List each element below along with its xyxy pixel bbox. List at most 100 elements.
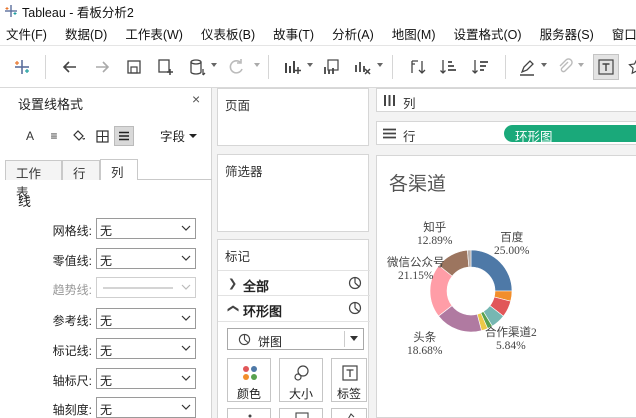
swap-rows-columns-button[interactable] [404,54,430,80]
menu-map[interactable]: 地图(M) [392,24,436,43]
chevron-down-icon [181,255,191,261]
trend-lines-select [96,277,196,298]
dropdown-arrow-icon[interactable] [578,62,584,68]
grid-lines-label: 网格线: [52,224,92,238]
tooltip-button[interactable] [279,408,323,418]
detail-button[interactable] [227,408,271,418]
tab-rows[interactable]: 行 [62,160,100,181]
redo-button[interactable] [89,54,115,80]
lines-icon [119,131,129,141]
field-dropdown[interactable]: 字段 [160,126,197,145]
menu-file[interactable]: 文件(F) [6,24,47,43]
axis-rulers-select[interactable]: 无 [96,368,196,389]
undo-button[interactable] [57,54,83,80]
label-button[interactable]: 标签 [331,358,367,402]
pages-shelf-title: 页面 [225,99,251,113]
refresh-button[interactable] [223,54,249,80]
mark-type-select[interactable]: 饼图 [227,328,364,350]
pin-axis-button[interactable] [624,54,636,80]
highlight-button[interactable] [514,54,540,80]
menu-format[interactable]: 设置格式(O) [454,24,522,43]
size-icon [294,365,309,381]
columns-shelf[interactable]: 列 [376,88,636,112]
refresh-icon [229,59,243,74]
rows-shelf[interactable]: 行 环形图 [376,121,636,145]
path-button[interactable] [331,408,367,418]
alignment-format-icon[interactable]: ≡ [44,126,64,146]
chevron-down-icon [181,345,191,351]
zero-lines-select[interactable]: 无 [96,248,196,269]
tooltip-icon [295,412,309,418]
label-button-label: 标签 [336,387,361,401]
label-toutiao: 头条 18.68% [407,332,442,358]
dropdown-arrow-icon[interactable] [541,62,547,68]
tab-columns[interactable]: 列 [100,159,138,180]
dropdown-arrow-icon[interactable] [307,62,313,68]
sort-ascending-button[interactable] [436,54,462,80]
axis-rulers-label: 轴标尺: [52,374,92,388]
menu-dashboard[interactable]: 仪表板(B) [201,24,255,43]
dropdown-arrow-icon[interactable] [211,62,217,68]
dropdown-arrow-icon[interactable] [377,62,383,68]
label-zhihu-percent: 12.89% [417,235,453,247]
duplicate-sheet-icon [324,59,339,74]
borders-format-icon[interactable] [92,126,112,146]
tableau-home-button[interactable] [9,54,35,80]
size-button[interactable]: 大小 [279,358,323,402]
reference-lines-select[interactable]: 无 [96,308,196,329]
collapse-caret-icon: ❯ [227,303,240,314]
tab-sheet[interactable]: 工作表 [5,160,62,200]
pie-icon [348,276,362,290]
rows-field-pill[interactable]: 环形图 [504,125,636,144]
select-divider [344,331,345,347]
label-partner2-name: 合作渠道2 [485,327,537,339]
menu-window[interactable]: 窗口(N) [612,24,636,43]
duplicate-sheet-button[interactable] [318,54,344,80]
dropdown-arrow-icon[interactable] [254,62,260,68]
save-button[interactable] [121,54,147,80]
close-icon[interactable]: × [192,91,200,107]
pages-shelf[interactable]: 页面 [217,88,369,146]
expand-caret-icon: ❯ [228,278,238,290]
menu-worksheet[interactable]: 工作表(W) [125,24,183,43]
sort-descending-button[interactable] [468,54,494,80]
drop-lines-value: 无 [100,344,113,358]
tableau-home-icon [15,60,29,74]
chevron-down-icon [181,404,191,410]
axis-ticks-select[interactable]: 无 [96,397,196,418]
clear-sheet-button[interactable] [350,54,376,80]
borders-icon [95,129,109,143]
filters-shelf[interactable]: 筛选器 [217,154,369,232]
pause-updates-button[interactable] [185,54,211,80]
menu-server[interactable]: 服务器(S) [540,24,594,43]
new-worksheet-button[interactable] [280,54,306,80]
menu-story[interactable]: 故事(T) [273,24,314,43]
paint-bucket-icon [73,130,85,141]
text-label-icon [598,59,614,75]
show-mark-labels-button[interactable] [593,54,619,80]
drop-lines-select[interactable]: 无 [96,338,196,359]
filters-shelf-title: 筛选器 [225,165,263,179]
marks-layer-row[interactable]: ❯ 环形图 [218,296,370,322]
grid-lines-select[interactable]: 无 [96,218,196,239]
color-button[interactable]: 颜色 [227,358,271,402]
chevron-down-icon [181,315,191,321]
grid-lines-value: 无 [100,224,113,238]
trend-lines-label: 趋势线: [52,283,92,297]
label-wechat-name: 微信公众号 [387,257,445,269]
menu-data[interactable]: 数据(D) [65,24,107,43]
toolbar-separator [392,55,393,79]
pin-icon [628,59,636,75]
new-data-source-button[interactable] [153,54,179,80]
lines-format-icon[interactable] [114,126,134,146]
shading-format-icon[interactable] [68,126,88,146]
drop-lines-row: 标记线: 无 [0,338,212,360]
font-format-icon[interactable]: A [20,126,40,146]
color-button-label: 颜色 [236,387,261,401]
marks-all-row[interactable]: ❯ 全部 [218,270,370,296]
group-members-button[interactable] [552,54,578,80]
drop-lines-label: 标记线: [52,344,92,358]
format-scope-tabs: 工作表 行 列 [5,158,212,200]
rows-shelf-label: 行 [403,130,416,144]
menu-analysis[interactable]: 分析(A) [332,24,374,43]
